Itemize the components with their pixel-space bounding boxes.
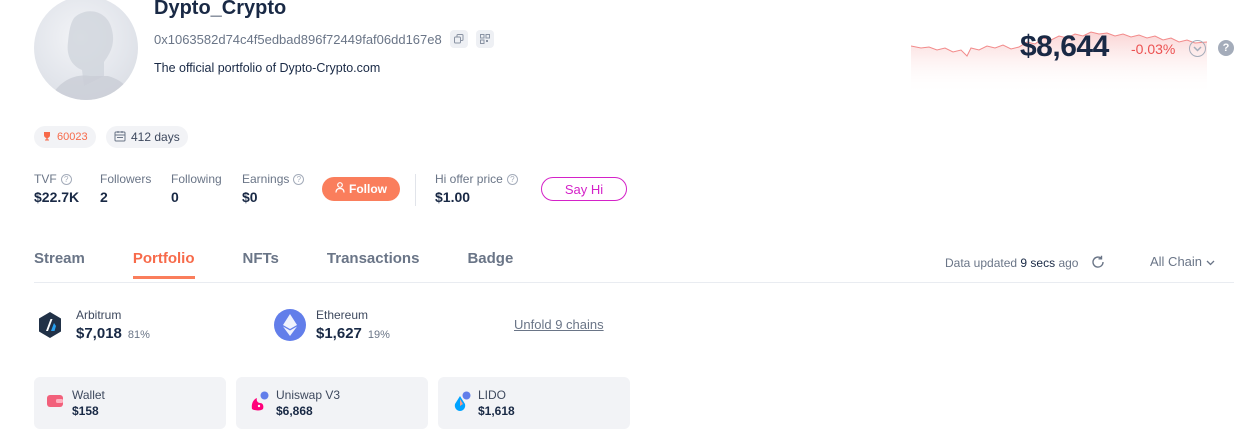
help-icon[interactable]: ?: [506, 173, 518, 185]
divider: [415, 174, 416, 206]
wallet-address: 0x1063582d74c4f5edbad896f72449faf06dd167…: [154, 31, 442, 47]
profile-name: Dypto_Crypto: [154, 0, 287, 19]
rank-badge[interactable]: 60023: [34, 126, 96, 148]
unfold-chains-link[interactable]: Unfold 9 chains: [514, 317, 604, 332]
stat-label: Followers: [100, 172, 152, 186]
tab-nfts[interactable]: NFTs: [243, 250, 279, 279]
data-updated-text: Data updated 9 secs ago: [945, 256, 1078, 270]
ethereum-icon: [274, 309, 306, 341]
chain-name: Ethereum: [316, 308, 369, 322]
address-row: 0x1063582d74c4f5edbad896f72449faf06dd167…: [154, 30, 494, 48]
rank-value: 60023: [57, 131, 88, 143]
lido-icon: [450, 391, 471, 413]
protocol-value: $1,618: [478, 404, 515, 418]
updated-prefix: Data updated: [945, 256, 1018, 270]
chain-item-ethereum[interactable]: Ethereum $1,627 19%: [274, 308, 390, 342]
protocol-name: Wallet: [72, 388, 105, 402]
uniswap-icon: [248, 391, 269, 413]
chain-filter-dropdown[interactable]: All Chain: [1150, 254, 1215, 269]
chain-name: Arbitrum: [76, 308, 122, 322]
stat-followers[interactable]: Followers 2: [100, 172, 151, 205]
user-icon: [335, 182, 345, 196]
stat-label: TVF: [34, 172, 57, 186]
trophy-icon: [42, 131, 52, 144]
help-icon[interactable]: ?: [293, 173, 305, 185]
stat-value: 2: [100, 189, 108, 205]
protocol-card-uniswap[interactable]: Uniswap V3 $6,868: [236, 377, 428, 429]
chevron-down-icon[interactable]: [1189, 40, 1206, 57]
chain-value: $7,018: [76, 325, 122, 342]
stat-following[interactable]: Following 0: [171, 172, 222, 205]
tab-stream[interactable]: Stream: [34, 250, 85, 279]
tab-portfolio[interactable]: Portfolio: [132, 250, 195, 279]
updated-time: 9 secs: [1020, 256, 1056, 270]
chain-percent: 81%: [127, 329, 150, 341]
stat-label: Hi offer price: [435, 172, 503, 186]
days-value: 412 days: [131, 130, 180, 144]
protocol-card-wallet[interactable]: Wallet $158: [34, 377, 226, 429]
stat-label: Earnings: [242, 172, 290, 186]
stat-tvf: TVF? $22.7K: [34, 172, 79, 205]
chain-filter-label: All Chain: [1150, 254, 1203, 269]
copy-icon[interactable]: [449, 30, 468, 48]
avatar: [34, 0, 138, 100]
protocol-value: $158: [72, 404, 99, 418]
follow-button[interactable]: Follow: [322, 177, 400, 201]
stat-offer-price: Hi offer price? $1.00: [435, 172, 518, 205]
protocol-name: Uniswap V3: [276, 388, 341, 402]
follow-label: Follow: [349, 182, 387, 196]
wallet-icon: [46, 393, 64, 414]
tab-badge[interactable]: Badge: [467, 250, 513, 279]
refresh-icon[interactable]: [1091, 255, 1105, 274]
arbitrum-icon: [34, 309, 66, 341]
stat-label: Following: [171, 172, 222, 186]
updated-suffix: ago: [1058, 256, 1079, 270]
tab-transactions[interactable]: Transactions: [327, 250, 420, 279]
help-icon[interactable]: ?: [60, 173, 72, 185]
protocol-name: LIDO: [478, 388, 507, 402]
stat-value: 0: [171, 189, 179, 205]
tab-bar: Stream Portfolio NFTs Transactions Badge: [34, 250, 513, 279]
qrcode-icon[interactable]: [475, 30, 494, 48]
net-worth-change: -0.03%: [1131, 41, 1176, 57]
tab-divider: [34, 282, 1234, 283]
stat-value: $1.00: [435, 189, 471, 205]
stat-value: $22.7K: [34, 189, 80, 205]
profile-bio: The official portfolio of Dypto-Crypto.c…: [154, 61, 381, 75]
help-icon[interactable]: ?: [1218, 40, 1234, 56]
chain-percent: 19%: [367, 329, 390, 341]
protocol-value: $6,868: [276, 404, 313, 418]
chevron-down-icon: [1206, 254, 1215, 269]
chain-item-arbitrum[interactable]: Arbitrum $7,018 81%: [34, 308, 150, 342]
chain-value: $1,627: [316, 325, 362, 342]
days-badge: 412 days: [106, 126, 188, 148]
stat-earnings: Earnings? $0: [242, 172, 305, 205]
protocol-card-lido[interactable]: LIDO $1,618: [438, 377, 630, 429]
say-hi-button[interactable]: Say Hi: [541, 177, 627, 201]
stat-value: $0: [242, 189, 258, 205]
net-worth-value: $8,644: [1020, 30, 1109, 63]
calendar-icon: [114, 130, 126, 145]
